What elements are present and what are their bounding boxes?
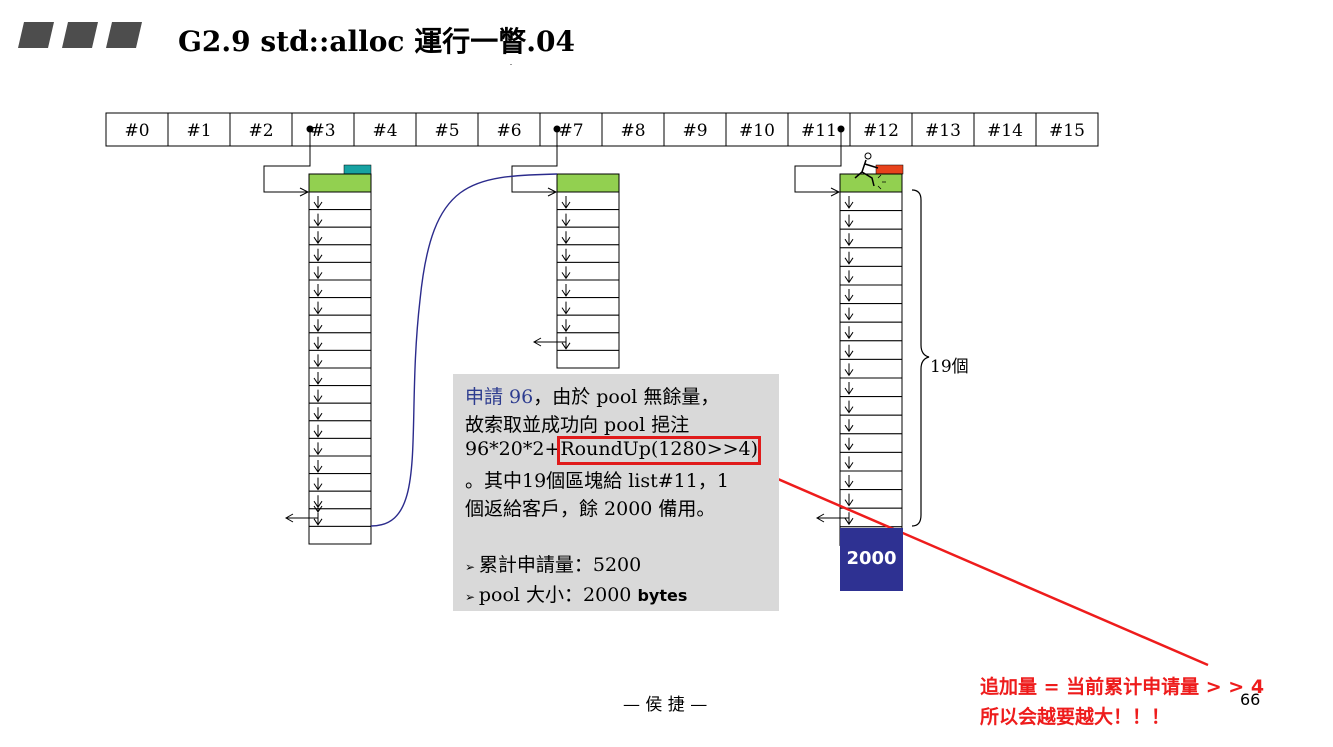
- slot-label: #14: [987, 121, 1023, 141]
- info-line-2: 故索取並成功向 pool 挹注: [465, 414, 690, 436]
- slot-label: #7: [558, 121, 583, 141]
- slot-label: #3: [310, 121, 335, 141]
- bullet-pool-size-unit: bytes: [637, 586, 688, 605]
- bullet-total-requested: ➢ 累計申請量：5200: [465, 550, 641, 577]
- slot-label: #11: [801, 121, 837, 141]
- bullet-pool-size-text: pool 大小：2000: [478, 584, 638, 606]
- request-size: 申請 96: [465, 386, 534, 408]
- block-count-label: 19個: [930, 357, 969, 377]
- free-chunk: [556, 349, 620, 369]
- note-line-1: 追加量 = 当前累计申请量 > > 4: [980, 676, 1265, 698]
- slot-label: #15: [1049, 121, 1085, 141]
- allocated-chunk: [556, 173, 620, 193]
- client-block: [343, 164, 372, 175]
- roundup-highlight-box: [557, 436, 761, 465]
- slot-label: #12: [863, 121, 899, 141]
- brace-icon: [911, 189, 930, 527]
- person-icon: [864, 152, 872, 160]
- slot-label: #13: [925, 121, 961, 141]
- slot-label: #6: [496, 121, 521, 141]
- bullet-arrow-icon: ➢: [465, 590, 479, 604]
- info-formula-prefix: 96*20*2+: [465, 438, 561, 460]
- info-line-4: 。其中19個區塊給 list#11，1: [465, 470, 729, 492]
- slot-label: #0: [124, 121, 149, 141]
- footer-author: — 侯 捷 —: [623, 695, 708, 715]
- info-box: 申請 96，由於 pool 無餘量， 故索取並成功向 pool 挹注 96*20…: [453, 374, 779, 611]
- annotation-arrow: [756, 468, 1209, 667]
- bullet-arrow-icon: ➢: [465, 560, 479, 574]
- slot-label: #1: [186, 121, 211, 141]
- client-block: [875, 164, 904, 175]
- info-line-1: 申請 96，由於 pool 無餘量，: [465, 382, 719, 409]
- slot-label: #9: [682, 121, 707, 141]
- free-chunk: [308, 525, 372, 545]
- slot-label: #8: [620, 121, 645, 141]
- info-line-5: 個返給客戶，餘 2000 備用。: [465, 498, 716, 520]
- bullet-pool-size: ➢ pool 大小：2000 bytes: [465, 580, 687, 607]
- slot-label: #4: [372, 121, 397, 141]
- allocated-chunk: [308, 173, 372, 193]
- slot-label: #2: [248, 121, 273, 141]
- info-line-1-rest: ，由於 pool 無餘量，: [533, 386, 720, 408]
- note-line-2: 所以会越要越大！！！: [980, 706, 1171, 728]
- pool-block: 2000: [840, 528, 903, 591]
- slot-label: #10: [739, 121, 775, 141]
- slot-label: #5: [434, 121, 459, 141]
- bullet-total-requested-text: 累計申請量：5200: [478, 554, 642, 576]
